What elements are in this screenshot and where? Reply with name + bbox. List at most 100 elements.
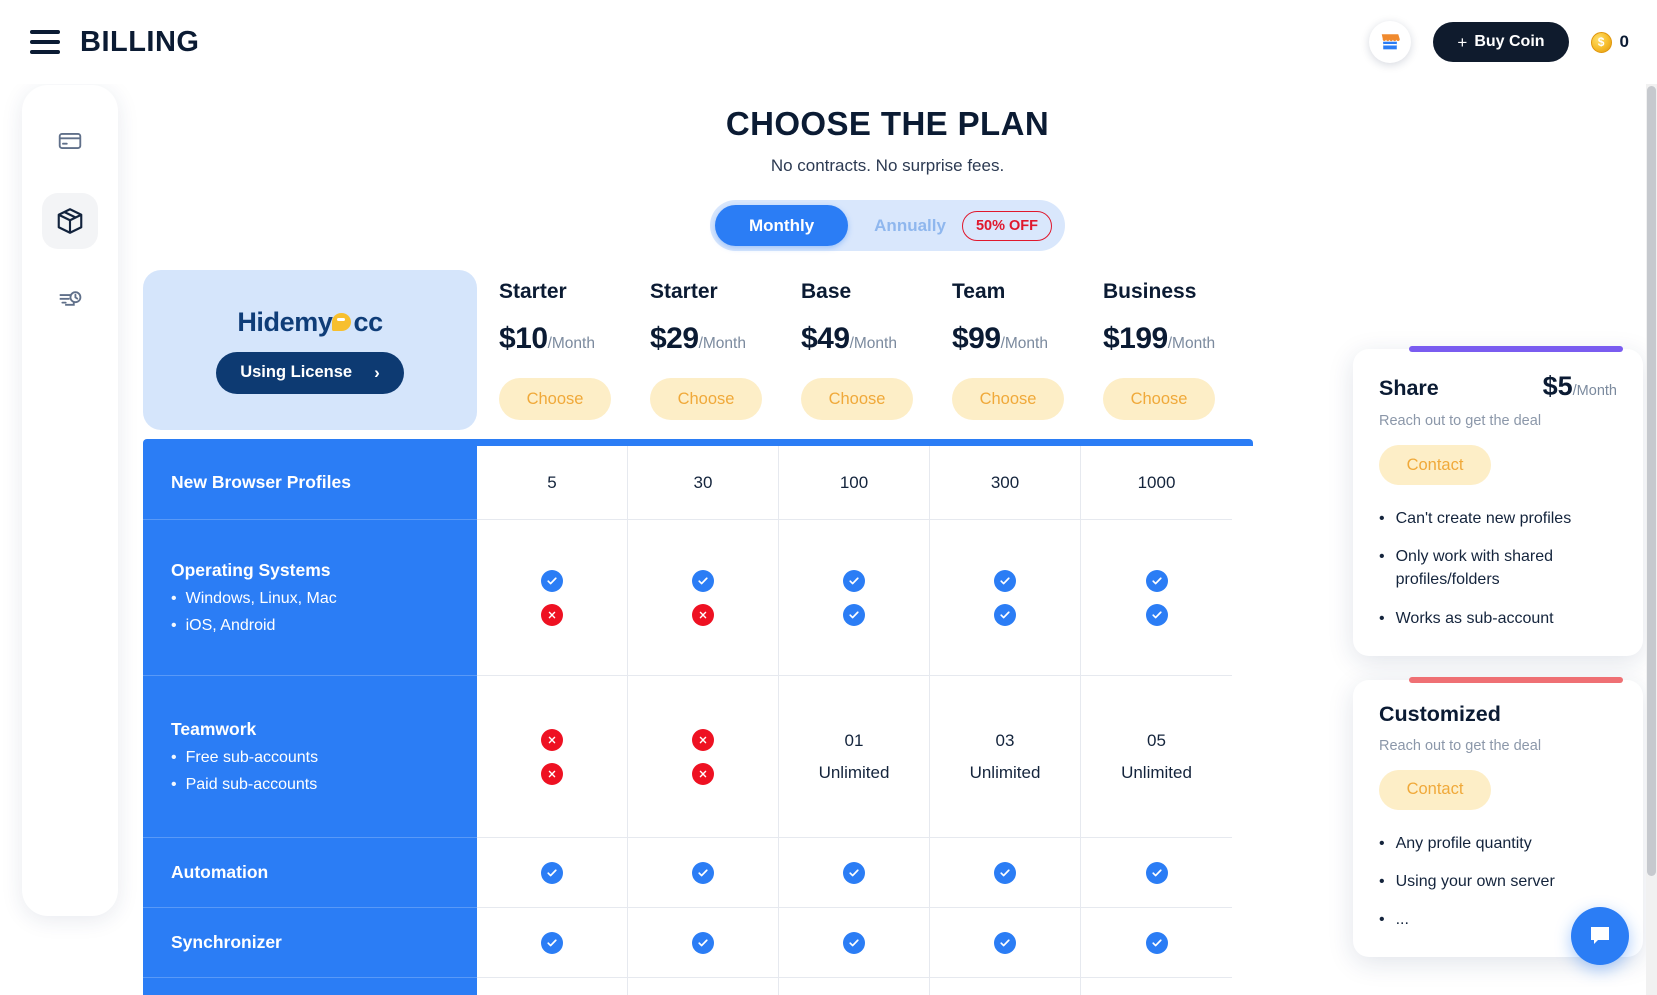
chat-bubble-icon[interactable]: [1571, 907, 1629, 965]
side-card-name: Share: [1379, 376, 1439, 400]
check-icon: [843, 931, 865, 954]
side-card-subtitle: Reach out to get the deal: [1379, 413, 1542, 429]
side-card-accent-bar: [1409, 346, 1623, 352]
check-icon: [1145, 569, 1168, 592]
feature-value-cell: [930, 838, 1080, 908]
choose-plan-button[interactable]: Choose: [1103, 378, 1215, 420]
hamburger-icon[interactable]: [30, 30, 60, 54]
feature-bullet: • Free sub-accounts: [171, 749, 449, 767]
feature-label-cell: [143, 978, 477, 995]
feature-value-cell: [930, 908, 1080, 978]
plan-column: Base $49/Month Choose: [801, 270, 952, 420]
using-license-button[interactable]: Using License ›: [216, 351, 404, 394]
coin-icon: $: [1590, 31, 1612, 53]
bullet-dot-icon: •: [1379, 834, 1385, 852]
buy-coin-button[interactable]: + Buy Coin: [1433, 22, 1569, 62]
feature-value-cell: [779, 978, 929, 995]
side-card-bullet-text: Any profile quantity: [1395, 834, 1532, 852]
choose-plan-button[interactable]: Choose: [801, 378, 913, 420]
feature-label-cell: Teamwork • Free sub-accounts • Paid sub-acco…: [143, 676, 477, 838]
feature-value-text: 300: [990, 472, 1020, 492]
chevron-right-icon: ›: [374, 362, 380, 382]
feature-value-cell: [628, 676, 778, 838]
feature-value-cell: [477, 908, 627, 978]
feature-label-cell: Automation: [143, 838, 477, 908]
feature-value-cell: 100: [779, 446, 929, 520]
plan-column: Team $99/Month Choose: [952, 270, 1103, 420]
speech-bubble-icon: [332, 311, 354, 333]
choose-plan-button[interactable]: Choose: [650, 378, 762, 420]
sidebar: [22, 85, 118, 916]
store-icon[interactable]: [1369, 21, 1412, 63]
scrollbar-thumb[interactable]: [1647, 86, 1656, 876]
check-icon: [1145, 603, 1168, 626]
page-heading-block: CHOOSE THE PLAN No contracts. No surpris…: [118, 84, 1657, 176]
side-card-bullet: • Works as sub-account: [1379, 607, 1617, 630]
contact-button[interactable]: Contact: [1379, 769, 1491, 810]
feature-value-cell: [779, 908, 929, 978]
card-clock-icon: [59, 291, 82, 306]
check-icon: [692, 569, 714, 592]
plan-value-column: 1000 05 Unlimited: [1081, 446, 1232, 995]
bullet-dot-icon: •: [1379, 548, 1385, 566]
choose-plan-button[interactable]: Choose: [499, 378, 611, 420]
billing-period-toggle[interactable]: Monthly Annually 50% OFF: [710, 200, 1065, 251]
plan-price: $10/Month: [499, 322, 595, 355]
side-card-bullet: • Only work with shared profiles/folders: [1379, 545, 1617, 591]
using-license-label: Using License: [240, 363, 353, 381]
side-card-bullet-text: Works as sub-account: [1395, 609, 1554, 627]
bullet-dot-icon: •: [171, 776, 177, 793]
feature-value-text: 100: [839, 472, 869, 492]
feature-title: New Browser Profiles: [171, 472, 351, 492]
check-icon: [1145, 931, 1168, 954]
feature-bullet-text: Windows, Linux, Mac: [185, 590, 337, 607]
side-card-bullet: • Can't create new profiles: [1379, 507, 1617, 530]
contact-button[interactable]: Contact: [1379, 445, 1491, 485]
cross-icon: [541, 603, 563, 626]
credit-card-icon: [58, 133, 82, 149]
coin-balance[interactable]: $ 0: [1590, 31, 1629, 53]
choose-plan-button[interactable]: Choose: [952, 378, 1064, 420]
plan-value-column: 5: [477, 446, 628, 995]
feature-value-text: 5: [547, 472, 557, 492]
page-subheading: No contracts. No surprise fees.: [770, 156, 1005, 175]
feature-value-text: Unlimited: [969, 762, 1041, 782]
plan-column: Starter $29/Month Choose: [650, 270, 801, 420]
side-card-bullet-text: Can't create new profiles: [1395, 510, 1572, 527]
feature-label-cell: Operating Systems • Windows, Linux, Mac • iO…: [143, 520, 477, 676]
plan-name: Base: [801, 280, 852, 303]
check-icon: [994, 569, 1016, 592]
plus-icon: +: [1457, 32, 1468, 52]
feature-value-cell: [628, 838, 778, 908]
feature-label-column: New Browser Profiles Operating Systems • Wi…: [143, 446, 477, 995]
side-card-bullet-text: Using your own server: [1395, 872, 1555, 890]
toggle-annually[interactable]: Annually: [852, 205, 958, 246]
feature-value-text: 01: [844, 730, 864, 750]
feature-bullet-text: iOS, Android: [185, 617, 276, 634]
feature-value-text: 05: [1147, 730, 1166, 750]
side-card-price: $5/Month: [1542, 371, 1617, 401]
toggle-monthly[interactable]: Monthly: [715, 205, 849, 246]
bullet-dot-icon: •: [171, 617, 177, 634]
sidebar-item-package[interactable]: [42, 193, 98, 249]
check-icon: [994, 861, 1016, 884]
page-scrollbar[interactable]: [1646, 84, 1657, 995]
sidebar-item-history[interactable]: [42, 273, 98, 329]
bullet-dot-icon: •: [1379, 872, 1385, 890]
plan-price: $29/Month: [650, 322, 746, 355]
logo-text-pre: Hidemy: [237, 306, 333, 337]
check-icon: [994, 603, 1016, 626]
check-icon: [541, 569, 563, 592]
coin-count: 0: [1619, 32, 1629, 51]
buy-coin-label: Buy Coin: [1474, 33, 1545, 50]
feature-title: Synchronizer: [171, 932, 282, 952]
bullet-dot-icon: •: [171, 590, 177, 607]
feature-value-cell: [930, 520, 1080, 676]
bullet-dot-icon: •: [171, 749, 177, 766]
bullet-dot-icon: •: [1379, 510, 1385, 527]
brand-card: Hidemy cc Using License ›: [143, 270, 477, 430]
sidebar-item-credit-card[interactable]: [42, 113, 98, 169]
check-icon: [994, 931, 1016, 954]
plan-column: Starter $10/Month Choose: [499, 270, 650, 420]
feature-value-cell: [1081, 978, 1232, 995]
